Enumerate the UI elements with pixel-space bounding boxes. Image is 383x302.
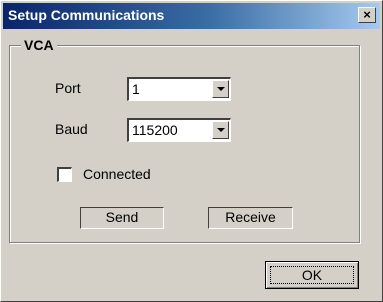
vca-group-label: VCA xyxy=(21,37,57,53)
connected-checkbox[interactable] xyxy=(57,167,72,182)
close-icon: × xyxy=(363,7,371,22)
close-button[interactable]: × xyxy=(358,7,376,23)
port-select[interactable]: 1 xyxy=(127,77,231,101)
title-bar[interactable]: Setup Communications × xyxy=(3,3,380,29)
ok-button-label: OK xyxy=(270,266,354,284)
port-label: Port xyxy=(55,80,81,96)
receive-button[interactable]: Receive xyxy=(208,207,293,229)
setup-communications-dialog: Setup Communications × VCA Port 1 Baud 1… xyxy=(0,0,383,302)
port-select-value: 1 xyxy=(132,81,140,97)
vca-groupbox xyxy=(9,45,360,243)
window-title: Setup Communications xyxy=(8,7,165,23)
baud-label: Baud xyxy=(55,121,88,137)
connected-label: Connected xyxy=(83,166,151,182)
send-button[interactable]: Send xyxy=(80,207,164,229)
baud-select-value: 115200 xyxy=(132,122,178,138)
port-dropdown-arrow-icon[interactable] xyxy=(212,80,229,98)
baud-dropdown-arrow-icon[interactable] xyxy=(212,121,229,139)
baud-select[interactable]: 115200 xyxy=(127,118,231,142)
ok-button[interactable]: OK xyxy=(265,261,359,289)
